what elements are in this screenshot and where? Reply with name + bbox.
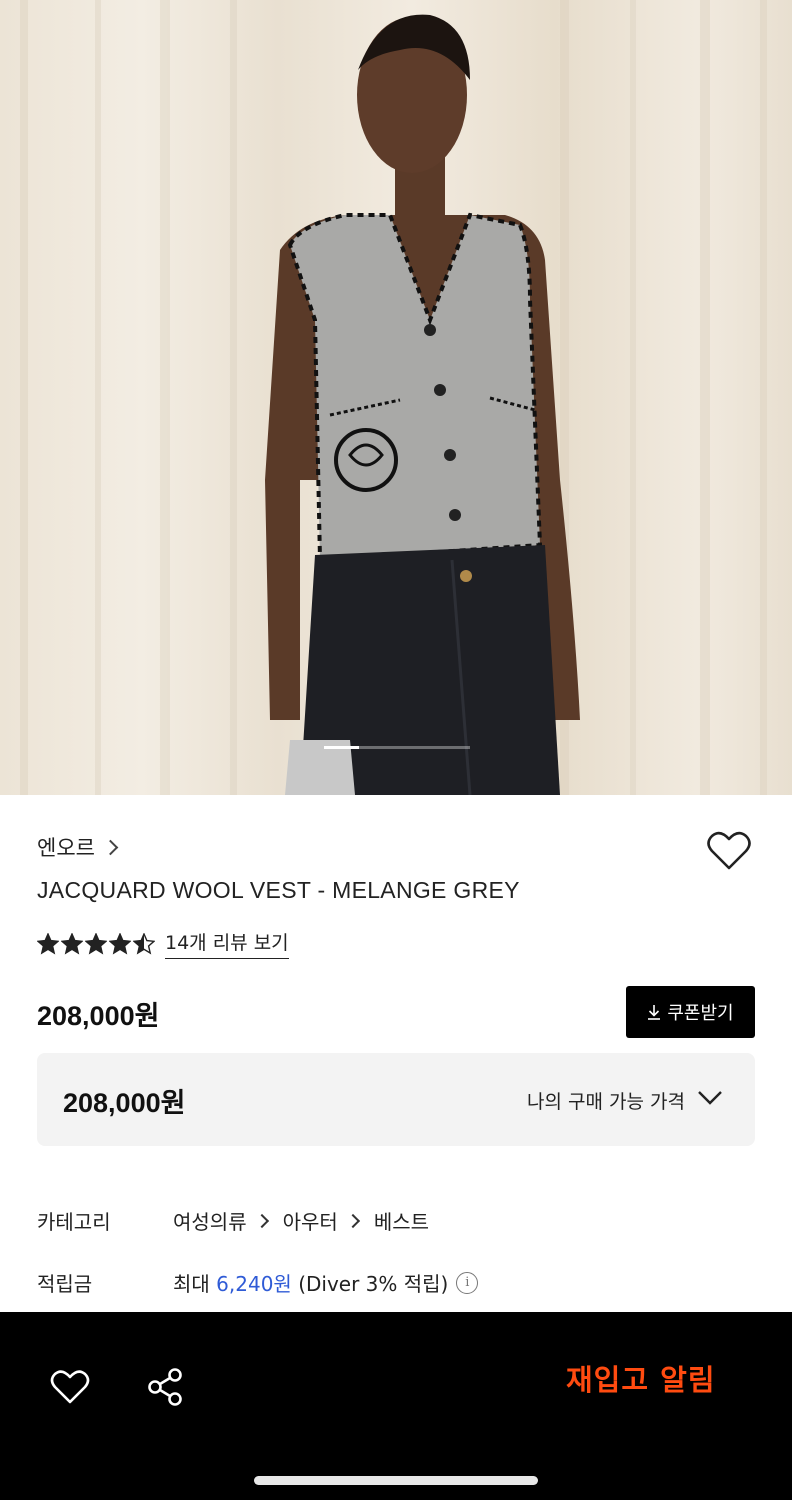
star-icon <box>61 932 83 954</box>
category-row: 카테고리 여성의류 아우터 베스트 <box>37 1206 429 1235</box>
carousel-progress <box>324 746 360 749</box>
coupon-button[interactable]: 쿠폰받기 <box>626 986 755 1038</box>
my-price-panel[interactable]: 208,000원 나의 구매 가능 가격 <box>37 1053 755 1146</box>
breadcrumb-item[interactable]: 베스트 <box>374 1206 429 1235</box>
chevron-down-icon <box>698 1091 722 1105</box>
heart-icon[interactable] <box>50 1368 90 1406</box>
product-title: JACQUARD WOOL VEST - MELANGE GREY <box>37 877 520 903</box>
my-price-value: 208,000원 <box>63 1088 186 1118</box>
rating-row: 14개 리뷰 보기 <box>37 928 289 959</box>
chevron-right-icon <box>345 1213 360 1228</box>
carousel-indicator <box>324 746 470 749</box>
brand-name: 엔오르 <box>37 836 95 860</box>
star-icon <box>85 932 107 954</box>
heart-icon[interactable] <box>706 830 752 872</box>
product-image[interactable] <box>0 0 792 795</box>
restock-alert-button[interactable]: 재입고 알림 <box>566 1357 716 1399</box>
info-icon[interactable]: i <box>456 1271 479 1294</box>
star-icon <box>109 932 131 954</box>
share-icon[interactable] <box>146 1367 184 1407</box>
star-rating <box>37 932 155 955</box>
points-suffix: (Diver 3% 적립) <box>298 1272 449 1296</box>
star-icon <box>133 932 155 954</box>
breadcrumb-item[interactable]: 여성의류 <box>173 1206 247 1235</box>
coupon-label: 쿠폰받기 <box>667 1003 734 1024</box>
points-prefix: 최대 <box>173 1272 210 1296</box>
product-photo <box>20 0 767 795</box>
bottom-action-bar: 재입고 알림 <box>0 1312 792 1500</box>
star-icon <box>37 932 59 954</box>
breadcrumb: 여성의류 아우터 베스트 <box>173 1206 429 1235</box>
chevron-right-icon <box>102 839 119 856</box>
home-indicator[interactable] <box>254 1476 538 1485</box>
product-price: 208,000원 <box>37 1001 160 1031</box>
brand-link[interactable]: 엔오르 <box>37 832 119 862</box>
chevron-right-icon <box>254 1213 269 1228</box>
category-key: 카테고리 <box>37 1210 111 1234</box>
reviews-link[interactable]: 14개 리뷰 보기 <box>165 928 289 959</box>
points-row: 적립금 최대 6,240원 (Diver 3% 적립) i <box>37 1268 479 1297</box>
download-icon <box>648 1005 661 1020</box>
points-value: 6,240원 <box>216 1272 292 1296</box>
my-price-label: 나의 구매 가능 가격 <box>527 1091 685 1113</box>
points-key: 적립금 <box>37 1272 93 1296</box>
breadcrumb-item[interactable]: 아우터 <box>283 1206 338 1235</box>
